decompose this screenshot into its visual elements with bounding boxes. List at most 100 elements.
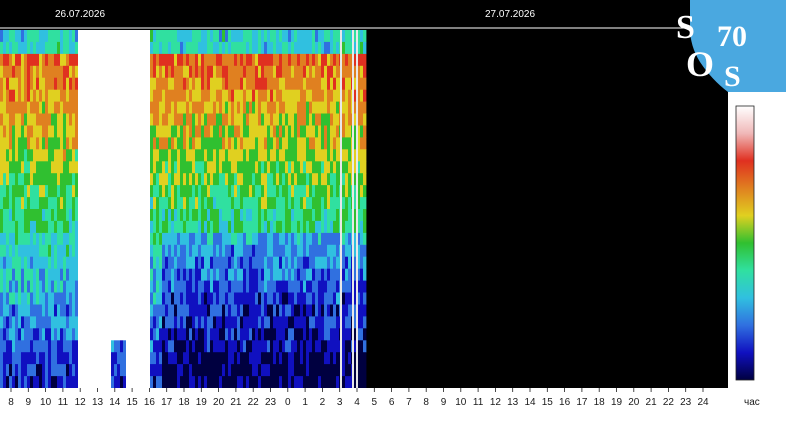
spectrogram-cell	[201, 101, 205, 114]
spectrogram-cell	[216, 352, 220, 365]
spectrogram-cell	[147, 137, 151, 150]
spectrogram-cell	[132, 173, 136, 186]
spectrogram-cell	[165, 125, 169, 138]
spectrogram-cell	[306, 364, 310, 377]
spectrogram-cell	[210, 185, 214, 198]
spectrogram-cell	[348, 125, 352, 138]
spectrogram-cell	[282, 77, 286, 91]
spectrogram-cell	[60, 30, 64, 43]
spectrogram-cell	[105, 316, 109, 329]
spectrogram-cell	[84, 101, 88, 114]
spectrogram-cell	[318, 244, 322, 258]
spectrogram-cell	[12, 352, 16, 365]
spectrogram-cell	[348, 220, 352, 234]
spectrogram-cell	[129, 364, 133, 377]
spectrogram-cell	[114, 209, 118, 222]
spectrogram-cell	[63, 268, 67, 282]
spectrogram-cell	[153, 41, 157, 55]
spectrogram-cell	[204, 41, 208, 55]
spectrogram-cell	[309, 244, 313, 258]
spectrogram-cell	[45, 113, 49, 126]
spectrogram-cell	[177, 77, 181, 91]
spectrogram-cell	[147, 364, 151, 377]
spectrogram-cell	[75, 173, 79, 186]
spectrogram-cell	[312, 232, 316, 246]
spectrogram-cell	[105, 268, 109, 282]
spectrogram-cell	[156, 292, 160, 305]
spectrogram-cell	[258, 41, 262, 55]
spectrogram-cell	[21, 292, 25, 305]
spectrogram-cell	[138, 328, 142, 341]
spectrogram-cell	[291, 328, 295, 341]
spectrogram-cell	[261, 101, 265, 114]
spectrogram-cell	[9, 268, 13, 282]
spectrogram-cell	[294, 41, 298, 55]
spectrogram-cell	[204, 244, 208, 258]
spectrogram-cell	[72, 185, 76, 198]
spectrogram-cell	[90, 173, 94, 186]
spectrogram-cell	[267, 30, 271, 43]
spectrogram-cell	[162, 364, 166, 377]
spectrogram-cell	[255, 328, 259, 341]
spectrogram-cell	[150, 328, 154, 341]
spectrogram-cell	[159, 376, 163, 389]
spectrogram-cell	[54, 292, 58, 305]
spectrogram-cell	[219, 161, 223, 174]
spectrogram-cell	[318, 101, 322, 114]
spectrogram-cell	[282, 53, 286, 67]
spectrogram-cell	[336, 173, 340, 186]
spectrogram-cell	[237, 113, 241, 126]
spectrogram-cell	[297, 197, 301, 210]
spectrogram-cell	[249, 316, 253, 329]
spectrogram-cell	[69, 316, 73, 329]
spectrogram-cell	[102, 304, 106, 317]
spectrogram-cell	[201, 161, 205, 174]
spectrogram-cell	[246, 185, 250, 198]
spectrogram-cell	[108, 173, 112, 186]
spectrogram-cell	[228, 137, 232, 150]
spectrogram-cell	[216, 185, 220, 198]
spectrogram-cell	[66, 161, 70, 174]
spectrogram-cell	[234, 101, 238, 114]
spectrogram-cell	[327, 173, 331, 186]
spectrogram-cell	[294, 304, 298, 317]
spectrogram-cell	[318, 304, 322, 317]
spectrogram-cell	[249, 149, 253, 162]
spectrogram-cell	[30, 292, 34, 305]
spectrogram-cell	[348, 256, 352, 270]
spectrogram-chart: 26.07.2026 27.07.2026 8 9 10 11 12 13 14 15 16 17…	[0, 0, 786, 417]
spectrogram-cell	[141, 161, 145, 174]
spectrogram-cell	[156, 364, 160, 377]
spectrogram-cell	[267, 328, 271, 341]
spectrogram-cell	[336, 280, 340, 293]
spectrogram-cell	[282, 185, 286, 198]
spectrogram-cell	[297, 161, 301, 174]
spectrogram-cell	[213, 280, 217, 293]
spectrogram-cell	[69, 268, 73, 282]
spectrogram-cell	[6, 185, 10, 198]
colorbar	[735, 105, 755, 381]
spectrogram-cell	[285, 185, 289, 198]
spectrogram-cell	[243, 364, 247, 377]
spectrogram-cell	[333, 220, 337, 234]
spectrogram-cell	[135, 185, 139, 198]
spectrogram-cell	[108, 256, 112, 270]
spectrogram-cell	[24, 244, 28, 258]
spectrogram-cell	[300, 304, 304, 317]
spectrogram-cell	[324, 30, 328, 43]
spectrogram-cell	[258, 113, 262, 126]
spectrogram-cell	[252, 232, 256, 246]
spectrogram-cell	[219, 220, 223, 234]
spectrogram-cell	[195, 268, 199, 282]
spectrogram-cell	[93, 256, 97, 270]
spectrogram-cell	[126, 113, 130, 126]
spectrogram-cell	[126, 364, 130, 377]
spectrogram-cell	[156, 53, 160, 67]
spectrogram-cell	[51, 197, 55, 210]
spectrogram-cell	[216, 256, 220, 270]
spectrogram-cell	[9, 232, 13, 246]
spectrogram-cell	[333, 197, 337, 210]
spectrogram-cell	[123, 232, 127, 246]
spectrogram-cell	[333, 149, 337, 162]
spectrogram-cell	[138, 304, 142, 317]
